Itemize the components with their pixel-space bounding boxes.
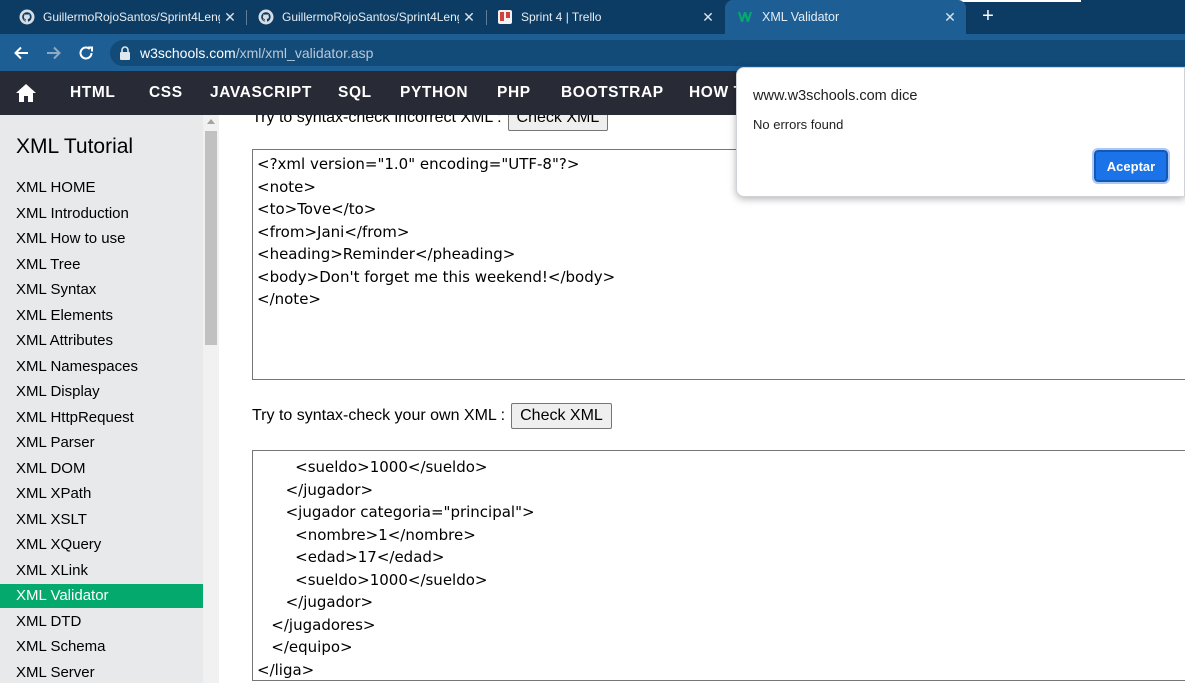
- xml-line: </note>: [257, 290, 321, 308]
- sidebar-title: XML Tutorial: [16, 135, 134, 158]
- browser-tab-github-2[interactable]: GuillermoRojoSantos/Sprint4Leng ✕: [239, 0, 485, 34]
- lock-icon[interactable]: [119, 46, 131, 60]
- sidebar-item[interactable]: XML Schema: [0, 635, 203, 659]
- nav-item-html[interactable]: HTML: [70, 71, 115, 115]
- tutorial-sidebar: XML Tutorial XML HOME XML Introduction XML…: [0, 115, 219, 683]
- nav-item-sql[interactable]: SQL: [338, 71, 372, 115]
- close-icon[interactable]: ✕: [220, 9, 240, 26]
- home-icon[interactable]: [14, 81, 38, 105]
- xml-line: </jugador>: [257, 480, 374, 499]
- xml-line: <sueldo>1000</sueldo>: [257, 570, 488, 589]
- xml-line: <heading>Reminder</pheading>: [257, 245, 516, 263]
- incorrect-xml-label: Try to syntax-check incorrect XML :: [252, 115, 502, 126]
- tab-title: Sprint 4 | Trello: [521, 10, 602, 24]
- sidebar-item[interactable]: XML Tree: [0, 253, 203, 277]
- sidebar-item[interactable]: XML Introduction: [0, 202, 203, 226]
- xml-line: <note>: [257, 177, 316, 196]
- nav-item-php[interactable]: PHP: [497, 71, 531, 115]
- scroll-up-icon[interactable]: [207, 119, 215, 124]
- dialog-message: No errors found: [753, 117, 844, 132]
- incorrect-xml-row: Try to syntax-check incorrect XML : Chec…: [252, 115, 609, 131]
- sidebar-item[interactable]: XML XLink: [0, 559, 203, 583]
- github-icon: [258, 9, 274, 25]
- forward-icon[interactable]: [42, 41, 66, 65]
- url-host: w3schools.com: [140, 45, 236, 61]
- nav-item-python[interactable]: PYTHON: [400, 71, 468, 115]
- nav-item-css[interactable]: CSS: [149, 71, 183, 115]
- xml-line: <to>Tove</to>: [257, 200, 377, 218]
- xml-line: <sueldo>1000</sueldo>: [257, 458, 488, 476]
- xml-line: <?xml version="1.0" encoding="UTF-8"?>: [257, 155, 580, 173]
- sidebar-item[interactable]: XML Parser: [0, 431, 203, 455]
- browser-toolbar: w3schools.com/xml/xml_validator.asp: [0, 34, 1185, 71]
- close-icon[interactable]: ✕: [940, 9, 960, 26]
- browser-tab-strip: GuillermoRojoSantos/Sprint4Leng ✕ Guille…: [0, 0, 1185, 34]
- xml-line: <from>Jani</from>: [257, 222, 410, 241]
- browser-tab-xml-validator[interactable]: XML Validator ✕: [725, 0, 966, 34]
- check-own-xml-button[interactable]: Check XML: [511, 403, 612, 429]
- xml-line: <body>Don't forget me this weekend!</bod…: [257, 267, 616, 286]
- sidebar-item[interactable]: XML Namespaces: [0, 355, 203, 379]
- check-incorrect-xml-button[interactable]: Check XML: [507, 115, 609, 131]
- dialog-title: www.w3schools.com dice: [753, 88, 918, 104]
- sidebar-item[interactable]: XML XSLT: [0, 508, 203, 532]
- tab-title: GuillermoRojoSantos/Sprint4Leng: [43, 10, 220, 24]
- close-icon[interactable]: ✕: [459, 9, 479, 26]
- sidebar-item[interactable]: XML XPath: [0, 482, 203, 506]
- tab-title: GuillermoRojoSantos/Sprint4Leng: [282, 10, 459, 24]
- own-xml-textarea[interactable]: <sueldo>1000</sueldo> </jugador> <jugado…: [252, 450, 1185, 681]
- nav-item-bootstrap[interactable]: BOOTSTRAP: [561, 71, 664, 115]
- sidebar-item[interactable]: XML Attributes: [0, 329, 203, 353]
- xml-line: <edad>17</edad>: [257, 548, 445, 566]
- github-icon: [19, 9, 35, 25]
- sidebar-item[interactable]: XML Elements: [0, 304, 203, 328]
- sidebar-item[interactable]: XML DOM: [0, 457, 203, 481]
- alert-dialog: www.w3schools.com dice No errors found A…: [736, 67, 1185, 197]
- sidebar-item[interactable]: XML Display: [0, 380, 203, 404]
- browser-tab-github-1[interactable]: GuillermoRojoSantos/Sprint4Leng ✕: [0, 0, 246, 34]
- w3schools-icon: [738, 9, 754, 25]
- tab-title: XML Validator: [762, 10, 840, 24]
- xml-line: <nombre>1</nombre>: [257, 525, 476, 544]
- sidebar-item[interactable]: XML Syntax: [0, 278, 203, 302]
- xml-line: </equipo>: [257, 638, 353, 656]
- url-text: w3schools.com/xml/xml_validator.asp: [140, 45, 373, 61]
- own-xml-label: Try to syntax-check your own XML :: [252, 407, 506, 424]
- sidebar-item[interactable]: XML How to use: [0, 227, 203, 251]
- new-tab-button[interactable]: +: [977, 5, 999, 27]
- trello-icon: [497, 9, 513, 25]
- sidebar-item[interactable]: XML DTD: [0, 610, 203, 634]
- sidebar-item[interactable]: XML HOME: [0, 176, 203, 200]
- address-bar[interactable]: w3schools.com/xml/xml_validator.asp: [110, 40, 1185, 66]
- sidebar-scrollbar[interactable]: [203, 115, 219, 683]
- sidebar-item[interactable]: XML HttpRequest: [0, 406, 203, 430]
- back-icon[interactable]: [9, 41, 33, 65]
- sidebar-item[interactable]: XML Validator: [0, 584, 203, 608]
- main-content: Try to syntax-check incorrect XML : Chec…: [219, 115, 1185, 683]
- sidebar-item[interactable]: XML Server: [0, 661, 203, 683]
- scrollbar-thumb[interactable]: [205, 131, 217, 345]
- own-xml-row: Try to syntax-check your own XML : Check…: [252, 403, 612, 429]
- xml-line: </jugadores>: [257, 615, 376, 634]
- browser-tab-trello[interactable]: Sprint 4 | Trello ✕: [478, 0, 724, 34]
- xml-line: <jugador categoria="principal">: [257, 503, 535, 521]
- xml-line: </liga>: [257, 660, 315, 679]
- url-path: /xml/xml_validator.asp: [235, 45, 374, 61]
- dialog-ok-button[interactable]: Aceptar: [1092, 148, 1170, 184]
- nav-item-javascript[interactable]: JAVASCRIPT: [210, 71, 312, 115]
- reload-icon[interactable]: [74, 41, 98, 65]
- sidebar-item[interactable]: XML XQuery: [0, 533, 203, 557]
- close-icon[interactable]: ✕: [698, 9, 718, 26]
- xml-line: </jugador>: [257, 593, 374, 611]
